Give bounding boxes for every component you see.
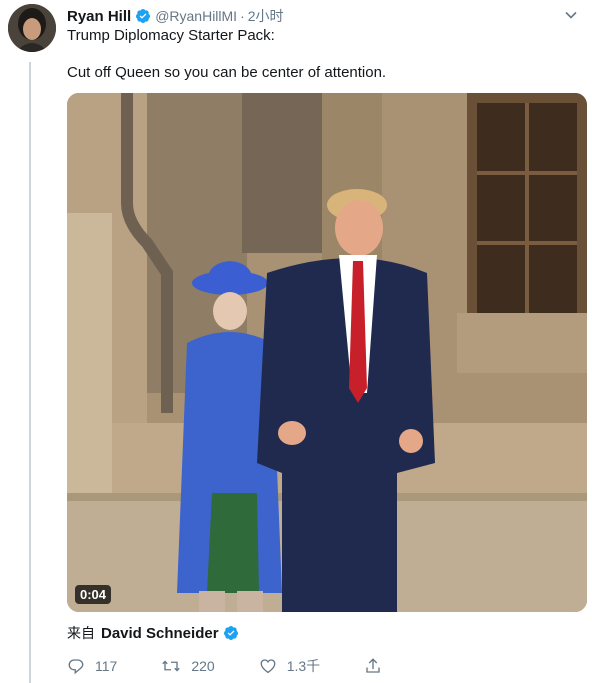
separator: · bbox=[240, 8, 245, 24]
retweet-icon bbox=[162, 660, 181, 672]
tweet-text-line-1: Trump Diplomacy Starter Pack: bbox=[67, 27, 275, 44]
author-handle[interactable]: @RyanHillMI bbox=[155, 8, 237, 24]
like-icon bbox=[260, 659, 276, 674]
share-button[interactable] bbox=[364, 657, 392, 675]
author-name[interactable]: Ryan Hill bbox=[67, 8, 131, 25]
reply-icon bbox=[68, 659, 84, 675]
tweet-text-line-2: Cut off Queen so you can be center of at… bbox=[67, 64, 387, 81]
source-author-name[interactable]: David Schneider bbox=[101, 625, 219, 642]
thread-line bbox=[29, 62, 31, 683]
share-icon bbox=[366, 658, 380, 673]
timestamp[interactable]: 2小时 bbox=[248, 6, 284, 26]
reply-button[interactable]: 117 bbox=[67, 657, 117, 675]
video-source: 来自 David Schneider bbox=[67, 623, 243, 643]
verified-badge-icon bbox=[223, 625, 239, 641]
video-duration: 0:04 bbox=[75, 585, 112, 604]
tweet-actions: 117 220 1.3千 bbox=[67, 654, 436, 678]
from-prefix: 来自 bbox=[67, 625, 95, 641]
like-button[interactable]: 1.3千 bbox=[259, 656, 320, 676]
retweet-count: 220 bbox=[191, 658, 215, 674]
tweet-header: Ryan Hill @RyanHillMI · 2小时 bbox=[67, 6, 582, 26]
chevron-down-icon[interactable] bbox=[564, 8, 578, 22]
avatar[interactable] bbox=[8, 4, 56, 52]
reply-count: 117 bbox=[95, 658, 118, 674]
retweet-button[interactable]: 220 bbox=[161, 657, 215, 675]
video-frame bbox=[67, 93, 587, 612]
video-player[interactable]: 0:04 bbox=[67, 93, 587, 612]
like-count: 1.3千 bbox=[286, 658, 321, 674]
verified-badge-icon bbox=[135, 8, 151, 24]
